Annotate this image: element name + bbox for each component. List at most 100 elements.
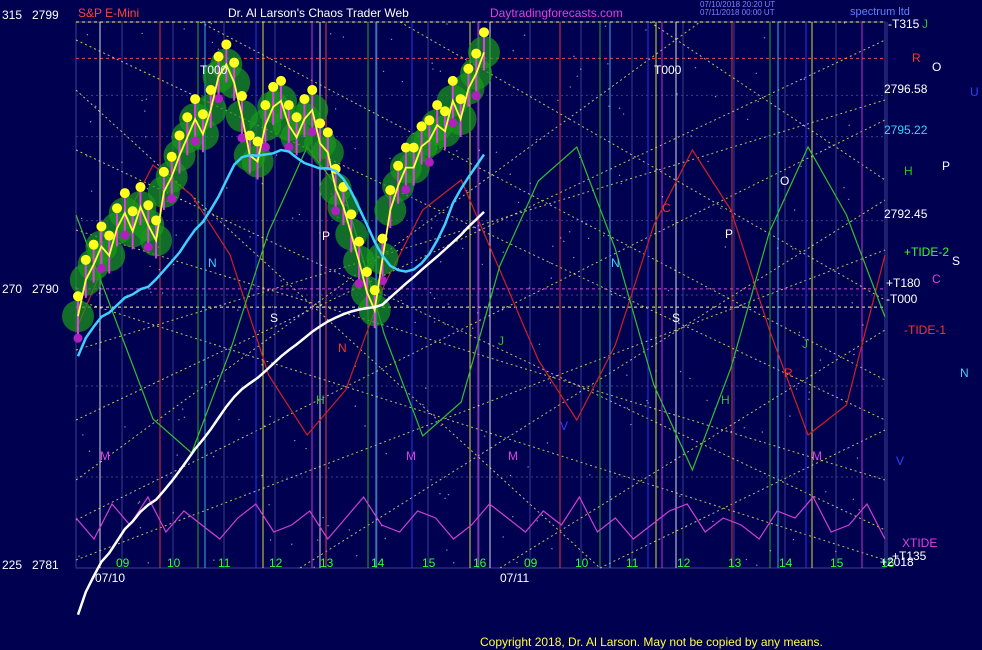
star-dot bbox=[176, 454, 178, 456]
label-u: U bbox=[970, 85, 979, 99]
star-dot bbox=[456, 150, 458, 152]
chart-label-h: H bbox=[316, 393, 325, 407]
left-axis-label: 2790 bbox=[32, 282, 59, 296]
label-xtide: XTIDE bbox=[902, 536, 937, 550]
high-dot bbox=[393, 160, 404, 171]
star-dot bbox=[743, 427, 746, 429]
star-dot bbox=[86, 155, 88, 157]
star-dot bbox=[400, 299, 402, 302]
site-url[interactable]: Daytradingforecasts.com bbox=[490, 6, 623, 20]
star-dot bbox=[761, 431, 764, 433]
chart-label-p: P bbox=[725, 227, 733, 241]
star-dot bbox=[175, 234, 177, 236]
tide2-line bbox=[75, 145, 886, 472]
star-dot bbox=[843, 187, 845, 189]
left-axis-label: 315 bbox=[2, 8, 22, 22]
low-dot bbox=[401, 185, 411, 195]
star-dot bbox=[144, 136, 147, 138]
star-dot bbox=[549, 382, 552, 384]
star-dot bbox=[724, 246, 727, 248]
high-dot bbox=[424, 115, 435, 126]
star-dot bbox=[141, 32, 143, 35]
high-dot bbox=[104, 230, 115, 241]
star-dot bbox=[88, 450, 91, 452]
label-c: C bbox=[932, 272, 941, 286]
star-dot bbox=[99, 349, 101, 351]
chart-label-o: O bbox=[780, 174, 789, 188]
label-t000-c: -T000 bbox=[886, 292, 918, 306]
star-dot bbox=[630, 423, 632, 426]
low-dot bbox=[424, 157, 434, 167]
x-tick-label: 16 bbox=[473, 556, 487, 570]
star-dot bbox=[563, 240, 565, 243]
star-dot bbox=[622, 113, 625, 115]
star-dot bbox=[99, 329, 101, 331]
chart-label-s: S bbox=[270, 311, 278, 325]
x-tick-label: 09 bbox=[524, 556, 538, 570]
chart-title: S&P E-Mini bbox=[78, 6, 139, 20]
star-dot bbox=[580, 68, 582, 70]
star-dot bbox=[147, 562, 150, 564]
star-dot bbox=[269, 415, 271, 418]
x-tick-label: 14 bbox=[779, 556, 793, 570]
star-dot bbox=[527, 466, 529, 468]
star-dot bbox=[444, 323, 446, 325]
star-dot bbox=[550, 277, 552, 279]
star-dot bbox=[261, 364, 263, 366]
left-axis-label: 2799 bbox=[32, 8, 59, 22]
star-dot bbox=[667, 289, 670, 292]
chart-label-h: H bbox=[721, 393, 730, 407]
star-dot bbox=[509, 173, 511, 176]
star-dot bbox=[720, 207, 722, 209]
x-tick-label: 15 bbox=[422, 556, 436, 570]
star-dot bbox=[661, 195, 664, 198]
high-dot bbox=[283, 100, 294, 111]
star-dot bbox=[439, 261, 442, 263]
high-dot bbox=[135, 182, 146, 193]
star-dot bbox=[98, 292, 101, 295]
star-dot bbox=[478, 149, 481, 152]
label-t000-a: T000 bbox=[200, 63, 228, 77]
star-dot bbox=[843, 22, 846, 24]
chart-label-s: S bbox=[672, 311, 680, 325]
star-dot bbox=[679, 370, 682, 373]
star-dot bbox=[477, 405, 480, 407]
star-dot bbox=[150, 291, 152, 293]
star-dot bbox=[82, 434, 84, 436]
star-dot bbox=[447, 493, 450, 496]
star-dot bbox=[208, 21, 210, 24]
chart-label-r: R bbox=[784, 366, 793, 380]
star-dot bbox=[573, 55, 575, 58]
star-dot bbox=[384, 537, 386, 540]
star-dot bbox=[608, 105, 610, 107]
chart-label-n: N bbox=[338, 341, 347, 355]
star-dot bbox=[610, 293, 613, 296]
high-dot bbox=[346, 209, 357, 220]
star-dot bbox=[382, 70, 385, 73]
high-dot bbox=[471, 48, 482, 59]
left-axis-label: 270 bbox=[2, 282, 22, 296]
star-dot bbox=[604, 25, 607, 27]
high-dot bbox=[268, 81, 279, 92]
star-dot bbox=[551, 548, 553, 550]
chart-label-m: M bbox=[406, 449, 416, 463]
label-n: N bbox=[960, 366, 969, 380]
chart-label-p: P bbox=[322, 229, 330, 243]
date-label: 07/10 bbox=[95, 571, 125, 585]
star-dot bbox=[757, 100, 759, 103]
star-dot bbox=[552, 245, 554, 248]
price-level-2795: 2795.22 bbox=[884, 123, 928, 137]
star-dot bbox=[80, 217, 83, 220]
chart-label-m: M bbox=[812, 449, 822, 463]
label-v: V bbox=[896, 454, 904, 468]
star-dot bbox=[432, 68, 434, 70]
star-dot bbox=[477, 312, 479, 314]
star-dot bbox=[447, 303, 449, 305]
star-dot bbox=[439, 492, 441, 495]
site-title: Dr. Al Larson's Chaos Trader Web bbox=[228, 6, 409, 20]
x-tick-label: 12 bbox=[269, 556, 283, 570]
star-dot bbox=[529, 182, 531, 184]
star-dot bbox=[425, 387, 427, 389]
star-dot bbox=[707, 160, 709, 163]
date-label: 07/11 bbox=[500, 571, 529, 585]
